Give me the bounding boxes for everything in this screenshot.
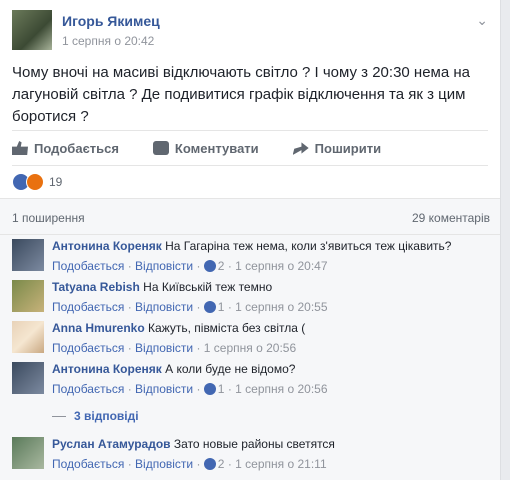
comment-item: Антонина Кореняк На Гагаріна теж нема, к… [12,235,490,275]
like-button[interactable]: Подобається [12,131,119,165]
like-badge-icon [203,301,216,313]
comment-reply-link[interactable]: Відповісти [135,382,193,396]
like-badge-icon [203,260,216,272]
comment-time[interactable]: 1 серпня о 20:55 [235,300,327,314]
comment-item: Антонина Кореняк А коли буде не відомо? … [12,358,490,398]
reaction-count: 19 [49,175,63,189]
comment-like-link[interactable]: Подобається [52,382,124,396]
comment-time[interactable]: 1 серпня о 20:56 [235,382,327,396]
author-avatar[interactable] [12,10,52,50]
like-label: Подобається [34,140,119,156]
comment-like-link[interactable]: Подобається [52,341,124,355]
comment-like-link[interactable]: Подобається [52,457,124,471]
share-button[interactable]: Поширити [292,131,382,165]
comment-item: Tatyana Rebish На Київській теж темно По… [12,276,490,316]
comment-text: На Гагаріна теж нема, коли з'явиться теж… [165,239,452,253]
shares-count[interactable]: 1 поширення [12,211,85,225]
avatar[interactable] [12,280,44,312]
reply-arrow-icon [52,416,66,418]
comment-author[interactable]: Руслан Атамурадов [52,437,171,451]
comment-label: Коментувати [174,140,259,156]
like-badge-icon [203,383,216,395]
comment-likes[interactable]: 2 [218,457,225,471]
comment-author[interactable]: Tatyana Rebish [52,280,140,294]
comment-author[interactable]: Anna Hmurenko [52,321,145,335]
thumbs-up-icon [12,141,28,155]
comment-item: Anna Hmurenko Кажуть, півміста без світл… [12,317,490,357]
replies-label: 3 відповіді [74,409,139,423]
comment-icon [152,141,169,155]
comment-likes[interactable]: 1 [218,382,225,396]
comment-text: Зато новые районы светятся [173,437,335,451]
post-time[interactable]: 1 серпня о 20:42 [62,34,154,48]
comment-text: На Київській теж темно [143,280,273,294]
post-actions: Подобається Коментувати Поширити [12,130,488,166]
post-stats: 1 поширення 29 коментарів [0,198,500,235]
share-label: Поширити [314,140,382,156]
avatar[interactable] [12,362,44,394]
comment-item: Руслан Атамурадов Зато новые районы свет… [12,433,490,473]
post-text: Чому вночі на масиві відключають світло … [12,64,470,125]
comment-reply-link[interactable]: Відповісти [135,259,193,273]
comment-text: Кажуть, півміста без світла ( [148,321,306,335]
reactions-summary[interactable]: 19 [12,173,62,191]
comment-like-link[interactable]: Подобається [52,259,124,273]
comment-author[interactable]: Антонина Кореняк [52,239,162,253]
comment-text: А коли буде не відомо? [165,362,296,376]
avatar[interactable] [12,321,44,353]
comment-button[interactable]: Коментувати [152,131,259,165]
comments-count[interactable]: 29 коментарів [412,211,490,225]
like-badge-icon [203,458,216,470]
view-replies-link[interactable]: 3 відповіді [52,409,139,423]
comment-author[interactable]: Антонина Кореняк [52,362,162,376]
avatar[interactable] [12,239,44,271]
post-header: Игорь Якимец 1 серпня о 20:42 ⌄ [12,10,488,54]
share-icon [292,142,309,155]
chevron-down-icon[interactable]: ⌄ [476,12,488,29]
author-name[interactable]: Игорь Якимец [62,13,160,29]
comment-reply-link[interactable]: Відповісти [135,457,193,471]
comment-likes[interactable]: 1 [218,300,225,314]
comment-like-link[interactable]: Подобається [52,300,124,314]
comments-section: Антонина Кореняк На Гагаріна теж нема, к… [0,234,500,480]
comment-time[interactable]: 1 серпня о 20:56 [204,341,296,355]
angry-reaction-icon [26,173,44,191]
post-card: Игорь Якимец 1 серпня о 20:42 ⌄ Чому вно… [0,0,501,480]
comment-reply-link[interactable]: Відповісти [135,300,193,314]
comment-time[interactable]: 1 серпня о 20:47 [235,259,327,273]
comment-time[interactable]: 1 серпня о 21:11 [235,457,326,471]
comment-likes[interactable]: 2 [218,259,225,273]
avatar[interactable] [12,437,44,469]
comment-reply-link[interactable]: Відповісти [135,341,193,355]
